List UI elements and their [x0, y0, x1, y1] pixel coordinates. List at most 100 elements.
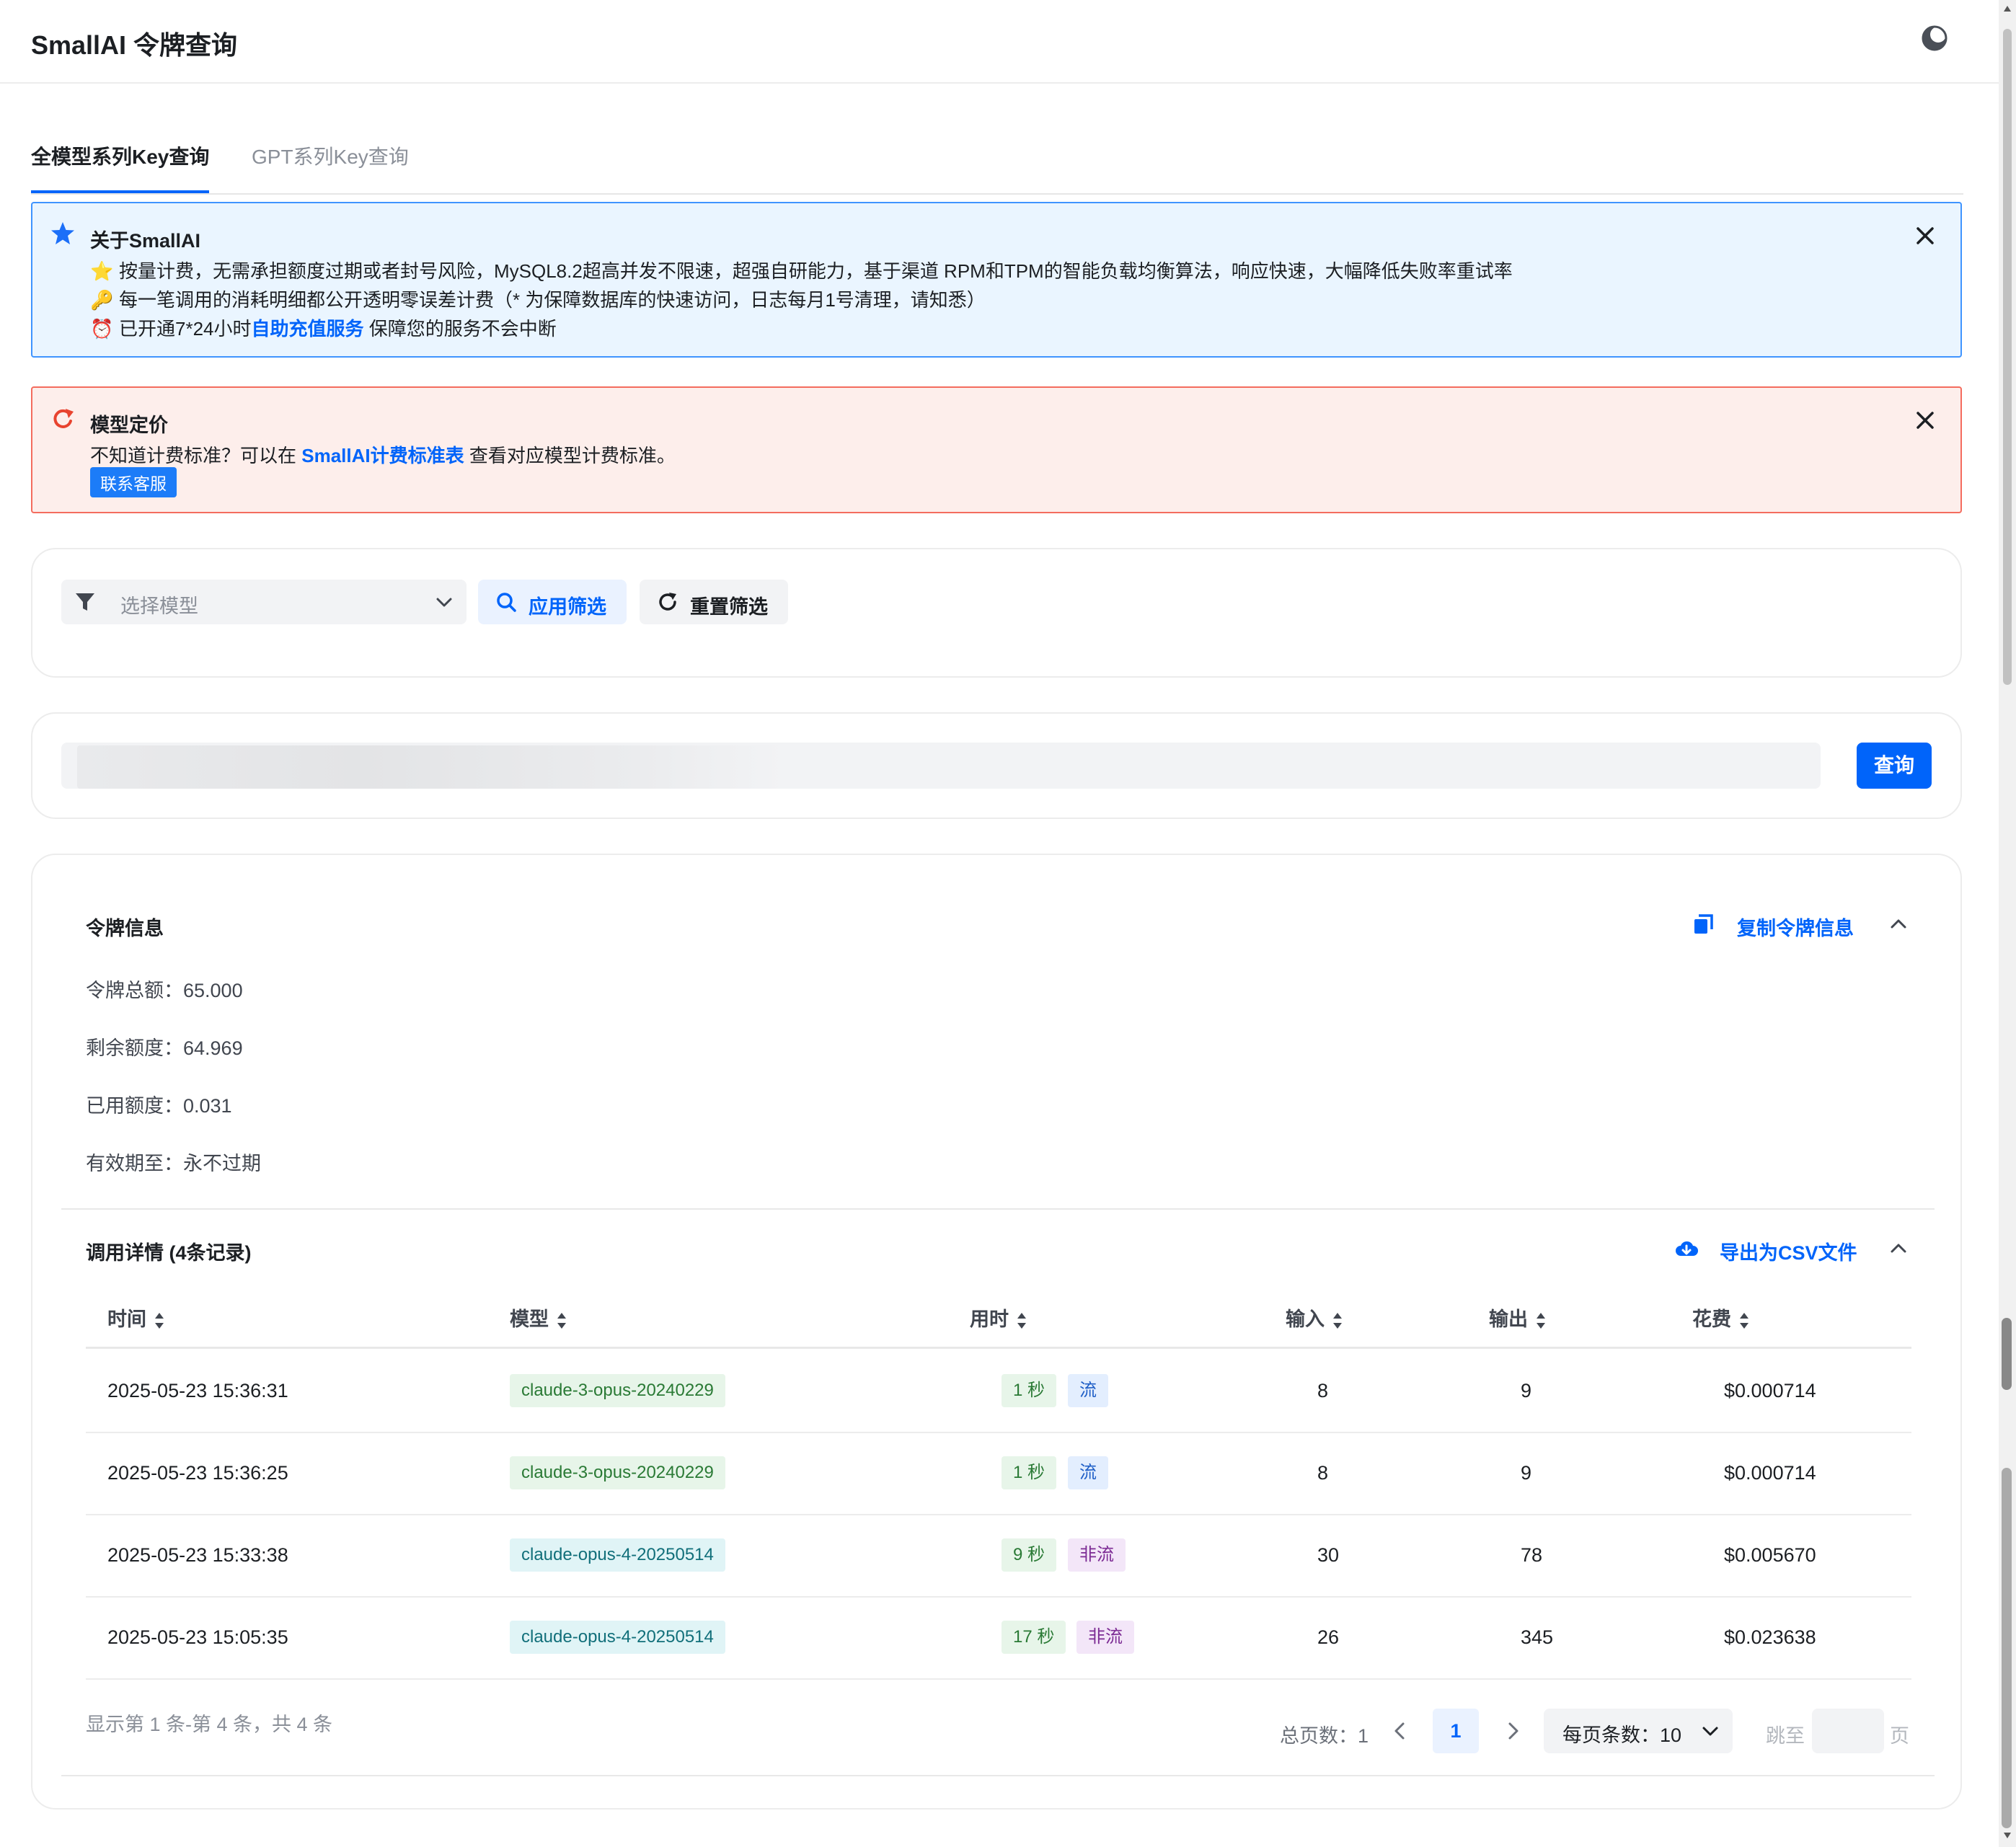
star-emoji-icon: ⭐	[90, 260, 114, 282]
apply-filter-button[interactable]: 应用筛选	[478, 580, 627, 624]
filter-icon	[76, 593, 94, 611]
cell-input: 30	[1317, 1544, 1340, 1566]
cell-output: 9	[1521, 1462, 1532, 1484]
col-header-cost[interactable]: 花费	[1692, 1303, 1750, 1332]
stream-mode-tag: 非流	[1076, 1621, 1134, 1654]
jump-page-input[interactable]	[1812, 1709, 1884, 1753]
reset-filter-button[interactable]: 重置筛选	[640, 580, 788, 624]
cell-time: 2025-05-23 15:05:35	[107, 1626, 288, 1648]
about-title: 关于SmallAI	[90, 230, 201, 252]
query-button[interactable]: 查询	[1857, 743, 1932, 789]
stream-mode-tag: 非流	[1068, 1538, 1126, 1572]
cell-time: 2025-05-23 15:36:25	[107, 1462, 288, 1484]
cell-cost: $0.000714	[1724, 1462, 1816, 1484]
scrollbar-thumb[interactable]	[2003, 29, 2012, 685]
contact-support-button[interactable]: 联系客服	[90, 467, 177, 497]
current-page-button[interactable]: 1	[1433, 1709, 1479, 1753]
duration-tag: 9 秒	[1002, 1538, 1057, 1572]
model-select-placeholder: 选择模型	[120, 595, 198, 617]
total-pages: 总页数：1	[1280, 1725, 1369, 1747]
cell-time: 2025-05-23 15:33:38	[107, 1544, 288, 1566]
table-row: 2025-05-23 15:05:35 claude-opus-4-202505…	[86, 1596, 1911, 1680]
token-input[interactable]	[61, 743, 1821, 789]
chevron-up-icon[interactable]	[1888, 1239, 1909, 1259]
chevron-up-icon[interactable]	[1888, 914, 1909, 934]
sort-icon	[1333, 1312, 1342, 1329]
cell-cost: $0.005670	[1724, 1544, 1816, 1566]
duration-tag: 17 秒	[1002, 1621, 1066, 1654]
token-info-card: 令牌信息 复制令牌信息 令牌总额：65.000 剩余额度：64.969 已用额度…	[31, 854, 1962, 1810]
scrollbar-thumb-tertiary[interactable]	[2002, 1468, 2012, 1828]
model-tag: claude-3-opus-20240229	[510, 1456, 725, 1489]
chevron-down-icon	[1702, 1727, 1718, 1736]
tab-gpt-models[interactable]: GPT系列Key查询	[252, 141, 409, 190]
chevron-down-icon	[436, 598, 452, 607]
pricing-table-link[interactable]: SmallAI计费标准表	[301, 445, 464, 466]
search-icon	[497, 593, 516, 612]
alarm-emoji-icon: ⏰	[90, 318, 114, 340]
refresh-icon	[659, 593, 676, 611]
about-banner: 关于SmallAI ⭐ 按量计费，无需承担额度过期或者封号风险，MySQL8.2超…	[31, 202, 1962, 358]
star-icon	[51, 222, 74, 244]
moon-icon[interactable]	[1921, 25, 1948, 52]
token-info-title: 令牌信息	[86, 918, 164, 939]
sort-icon	[1537, 1312, 1545, 1329]
table-row: 2025-05-23 15:33:38 claude-opus-4-202505…	[86, 1514, 1911, 1598]
filter-card: 选择模型 应用筛选 重置筛选	[31, 548, 1962, 678]
tab-all-models[interactable]: 全模型系列Key查询	[31, 141, 210, 193]
section-divider	[61, 1208, 1935, 1210]
cell-time: 2025-05-23 15:36:31	[107, 1380, 288, 1401]
page: SmallAI 令牌查询 全模型系列Key查询 GPT系列Key查询 关于Sma…	[0, 0, 1999, 1847]
redacted-token	[77, 745, 784, 789]
sort-icon	[1017, 1312, 1026, 1329]
scrollbar-thumb-secondary[interactable]	[2002, 1318, 2012, 1390]
export-csv-button[interactable]: 导出为CSV文件	[1720, 1237, 1857, 1265]
duration-tag: 1 秒	[1002, 1374, 1057, 1407]
stream-mode-tag: 流	[1068, 1456, 1108, 1489]
about-line-1: ⭐ 按量计费，无需承担额度过期或者封号风险，MySQL8.2超高并发不限速，超强自…	[90, 260, 1513, 282]
page-unit-label: 页	[1890, 1725, 1909, 1747]
self-recharge-link[interactable]: 自助充值服务	[252, 318, 364, 340]
pricing-title: 模型定价	[90, 415, 168, 436]
key-emoji-icon: 🔑	[90, 289, 114, 311]
redo-icon	[53, 409, 74, 428]
close-icon[interactable]	[1914, 409, 1936, 431]
duration-tag: 1 秒	[1002, 1456, 1057, 1489]
col-header-model[interactable]: 模型	[510, 1303, 567, 1332]
col-header-output[interactable]: 输出	[1489, 1303, 1547, 1332]
sort-icon	[155, 1312, 164, 1329]
model-select[interactable]: 选择模型	[61, 580, 467, 624]
col-header-time[interactable]: 时间	[107, 1303, 165, 1332]
about-line-3: ⏰ 已开通7*24小时自助充值服务 保障您的服务不会中断	[90, 318, 557, 340]
model-tag: claude-3-opus-20240229	[510, 1374, 725, 1407]
cell-input: 26	[1317, 1626, 1340, 1648]
scroll-down-icon[interactable]	[2003, 1831, 2012, 1840]
pricing-text: 不知道计费标准？可以在 SmallAI计费标准表 查看对应模型计费标准。	[90, 445, 676, 466]
table-row: 2025-05-23 15:36:25 claude-3-opus-202402…	[86, 1432, 1911, 1515]
col-header-input[interactable]: 输入	[1286, 1303, 1343, 1332]
pricing-banner: 模型定价 不知道计费标准？可以在 SmallAI计费标准表 查看对应模型计费标准…	[31, 386, 1962, 513]
query-tabs: 全模型系列Key查询 GPT系列Key查询	[31, 130, 1963, 195]
scroll-up-icon[interactable]	[2003, 4, 2012, 13]
cell-cost: $0.000714	[1724, 1380, 1816, 1401]
stream-mode-tag: 流	[1068, 1374, 1108, 1407]
model-tag: claude-opus-4-20250514	[510, 1621, 725, 1654]
table-row: 2025-05-23 15:36:31 claude-3-opus-202402…	[86, 1350, 1911, 1433]
close-icon[interactable]	[1914, 225, 1936, 247]
chevron-left-icon[interactable]	[1388, 1719, 1412, 1743]
copy-icon[interactable]	[1692, 913, 1715, 936]
token-expiry: 有效期至：永不过期	[86, 1153, 261, 1174]
col-header-duration[interactable]: 用时	[970, 1303, 1027, 1332]
cell-input: 8	[1317, 1380, 1329, 1401]
table-header-divider	[86, 1347, 1911, 1349]
cell-output: 345	[1521, 1626, 1554, 1648]
cloud-download-icon[interactable]	[1675, 1237, 1698, 1260]
model-tag: claude-opus-4-20250514	[510, 1538, 725, 1572]
jump-to-label: 跳至	[1766, 1725, 1805, 1747]
chevron-right-icon[interactable]	[1500, 1719, 1525, 1743]
page-size-select[interactable]: 每页条数：10	[1544, 1709, 1733, 1753]
call-details-title: 调用详情 (4条记录)	[86, 1242, 252, 1264]
copy-token-info-button[interactable]: 复制令牌信息	[1737, 913, 1854, 941]
cell-cost: $0.023638	[1724, 1626, 1816, 1648]
card-bottom-divider	[61, 1775, 1935, 1776]
